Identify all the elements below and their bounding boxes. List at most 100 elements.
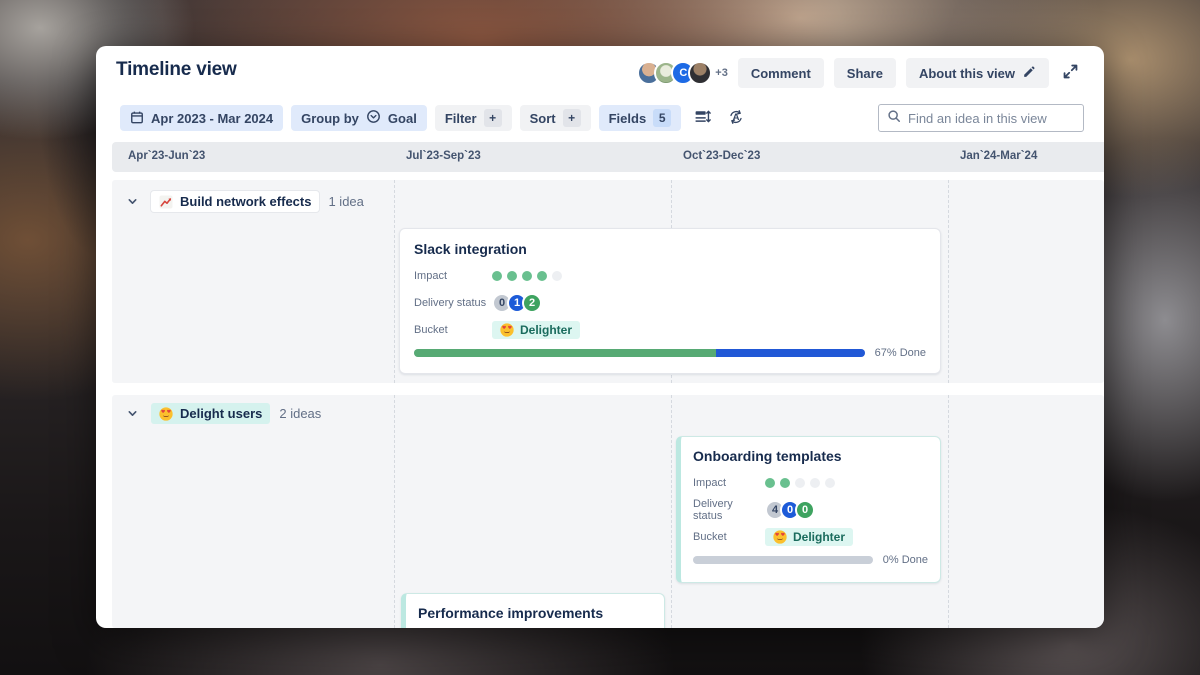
progress-bar: [693, 556, 873, 564]
comment-button-label: Comment: [751, 66, 811, 81]
filter-button[interactable]: Filter +: [435, 105, 512, 131]
progress-bar: [414, 349, 865, 357]
group-name: Build network effects: [180, 194, 311, 209]
user-avatar-4[interactable]: [688, 61, 712, 85]
column-separator: [671, 395, 672, 628]
page-title: Timeline view: [116, 59, 237, 81]
progress-label: 67% Done: [875, 347, 926, 359]
fields-label: Fields: [609, 111, 647, 126]
bucket-field-label: Bucket: [414, 324, 492, 336]
group-by-value: Goal: [388, 111, 417, 126]
delivery-status-field-row: Delivery status 4 0 0: [693, 500, 928, 520]
about-this-view-button[interactable]: About this view: [906, 58, 1049, 88]
bucket-chip-delighter[interactable]: Delighter: [492, 321, 580, 339]
avatar-overflow-count[interactable]: +3: [715, 67, 728, 79]
group-chip-build-network-effects[interactable]: Build network effects: [151, 191, 319, 212]
group-name: Delight users: [180, 406, 262, 421]
group-header-delight-users: Delight users 2 ideas: [122, 403, 321, 424]
row-height-icon: [694, 108, 711, 128]
group-header-build-network-effects: Build network effects 1 idea: [122, 191, 364, 212]
avatar-stack[interactable]: C +3: [637, 61, 728, 85]
date-range-button[interactable]: Apr 2023 - Mar 2024: [120, 105, 283, 131]
delivery-status-badges: 4 0 0: [765, 500, 815, 520]
impact-field-row: Impact: [693, 473, 928, 493]
group-by-button[interactable]: Group by Goal: [291, 105, 427, 131]
idea-card-onboarding-templates[interactable]: Onboarding templates Impact Delivery sta…: [676, 436, 941, 583]
group-idea-count: 1 idea: [328, 194, 363, 209]
bucket-field-row: Bucket Delighter: [693, 527, 928, 547]
chevron-down-icon: [127, 196, 138, 207]
goal-icon: [366, 109, 381, 127]
fields-button[interactable]: Fields 5: [599, 105, 682, 131]
delivery-done-badge: 0: [795, 500, 815, 520]
search-icon: [887, 109, 901, 128]
auto-sort-icon: A: [727, 108, 745, 129]
fields-count-chip: 5: [653, 109, 671, 127]
bucket-field-row: Bucket Delighter: [414, 320, 926, 340]
progress-label: 0% Done: [883, 554, 928, 566]
impact-field-row: Impact: [414, 266, 926, 286]
progress-row: 0% Done: [693, 554, 928, 566]
share-button[interactable]: Share: [834, 58, 896, 88]
quarter-label-q3: Oct`23-Dec`23: [683, 150, 760, 162]
expand-view-button[interactable]: [1059, 58, 1082, 88]
heart-eyes-icon: [773, 530, 787, 544]
collapse-group-button[interactable]: [122, 404, 142, 424]
delivery-status-badges: 0 1 2: [492, 293, 542, 313]
group-section-delight-users: Delight users 2 ideas Onboarding templat…: [112, 395, 1104, 628]
impact-rating-dots: [765, 478, 835, 488]
impact-field-label: Impact: [414, 270, 492, 282]
sort-button[interactable]: Sort +: [520, 105, 591, 131]
quarter-label-q2: Jul`23-Sep`23: [406, 150, 481, 162]
column-separator: [948, 180, 949, 383]
delivery-status-field-label: Delivery status: [693, 498, 765, 522]
delivery-done-badge: 2: [522, 293, 542, 313]
heart-eyes-icon: [159, 407, 173, 421]
group-section-build-network-effects: Build network effects 1 idea Slack integ…: [112, 180, 1104, 383]
sort-add-chip: +: [563, 109, 581, 127]
idea-card-performance-improvements[interactable]: Performance improvements: [401, 593, 665, 628]
bucket-chip-delighter[interactable]: Delighter: [765, 528, 853, 546]
app-window: Timeline view C +3 Comment Share About t…: [96, 46, 1104, 628]
heart-eyes-icon: [500, 323, 514, 337]
column-separator: [948, 395, 949, 628]
chart-increasing-icon: [159, 195, 173, 209]
collapse-group-button[interactable]: [122, 192, 142, 212]
column-separator: [394, 180, 395, 383]
idea-card-title: Onboarding templates: [693, 448, 928, 464]
bucket-value: Delighter: [520, 323, 572, 337]
idea-card-title: Slack integration: [414, 241, 926, 257]
header-actions: C +3 Comment Share About this view: [637, 58, 1082, 88]
search-input[interactable]: [908, 111, 1084, 126]
about-this-view-label: About this view: [919, 66, 1015, 81]
idea-card-title: Performance improvements: [418, 605, 652, 621]
progress-row: 67% Done: [414, 347, 926, 359]
group-by-label: Group by: [301, 111, 359, 126]
sort-label: Sort: [530, 111, 556, 126]
delivery-status-field-label: Delivery status: [414, 297, 492, 309]
expand-icon: [1062, 63, 1079, 83]
delivery-status-field-row: Delivery status 0 1 2: [414, 293, 926, 313]
view-toolbar: Apr 2023 - Mar 2024 Group by Goal Filter…: [120, 105, 749, 131]
comment-button[interactable]: Comment: [738, 58, 824, 88]
bucket-value: Delighter: [793, 530, 845, 544]
filter-label: Filter: [445, 111, 477, 126]
row-height-button[interactable]: [689, 105, 715, 131]
timeline-quarter-band: Apr`23-Jun`23 Jul`23-Sep`23 Oct`23-Dec`2…: [112, 142, 1104, 172]
filter-add-chip: +: [484, 109, 502, 127]
pencil-icon: [1022, 65, 1036, 82]
impact-rating-dots: [492, 271, 562, 281]
share-button-label: Share: [847, 66, 883, 81]
chevron-down-icon: [127, 408, 138, 419]
search-box[interactable]: [878, 104, 1084, 132]
bucket-field-label: Bucket: [693, 531, 765, 543]
group-chip-delight-users[interactable]: Delight users: [151, 403, 270, 424]
quarter-label-q4: Jan`24-Mar`24: [960, 150, 1037, 162]
quarter-label-q1: Apr`23-Jun`23: [128, 150, 205, 162]
idea-card-slack-integration[interactable]: Slack integration Impact Delivery status…: [399, 228, 941, 374]
group-idea-count: 2 ideas: [279, 406, 321, 421]
column-separator: [394, 395, 395, 628]
auto-sort-button[interactable]: A: [723, 105, 749, 131]
calendar-icon: [130, 110, 144, 127]
impact-field-label: Impact: [693, 477, 765, 489]
